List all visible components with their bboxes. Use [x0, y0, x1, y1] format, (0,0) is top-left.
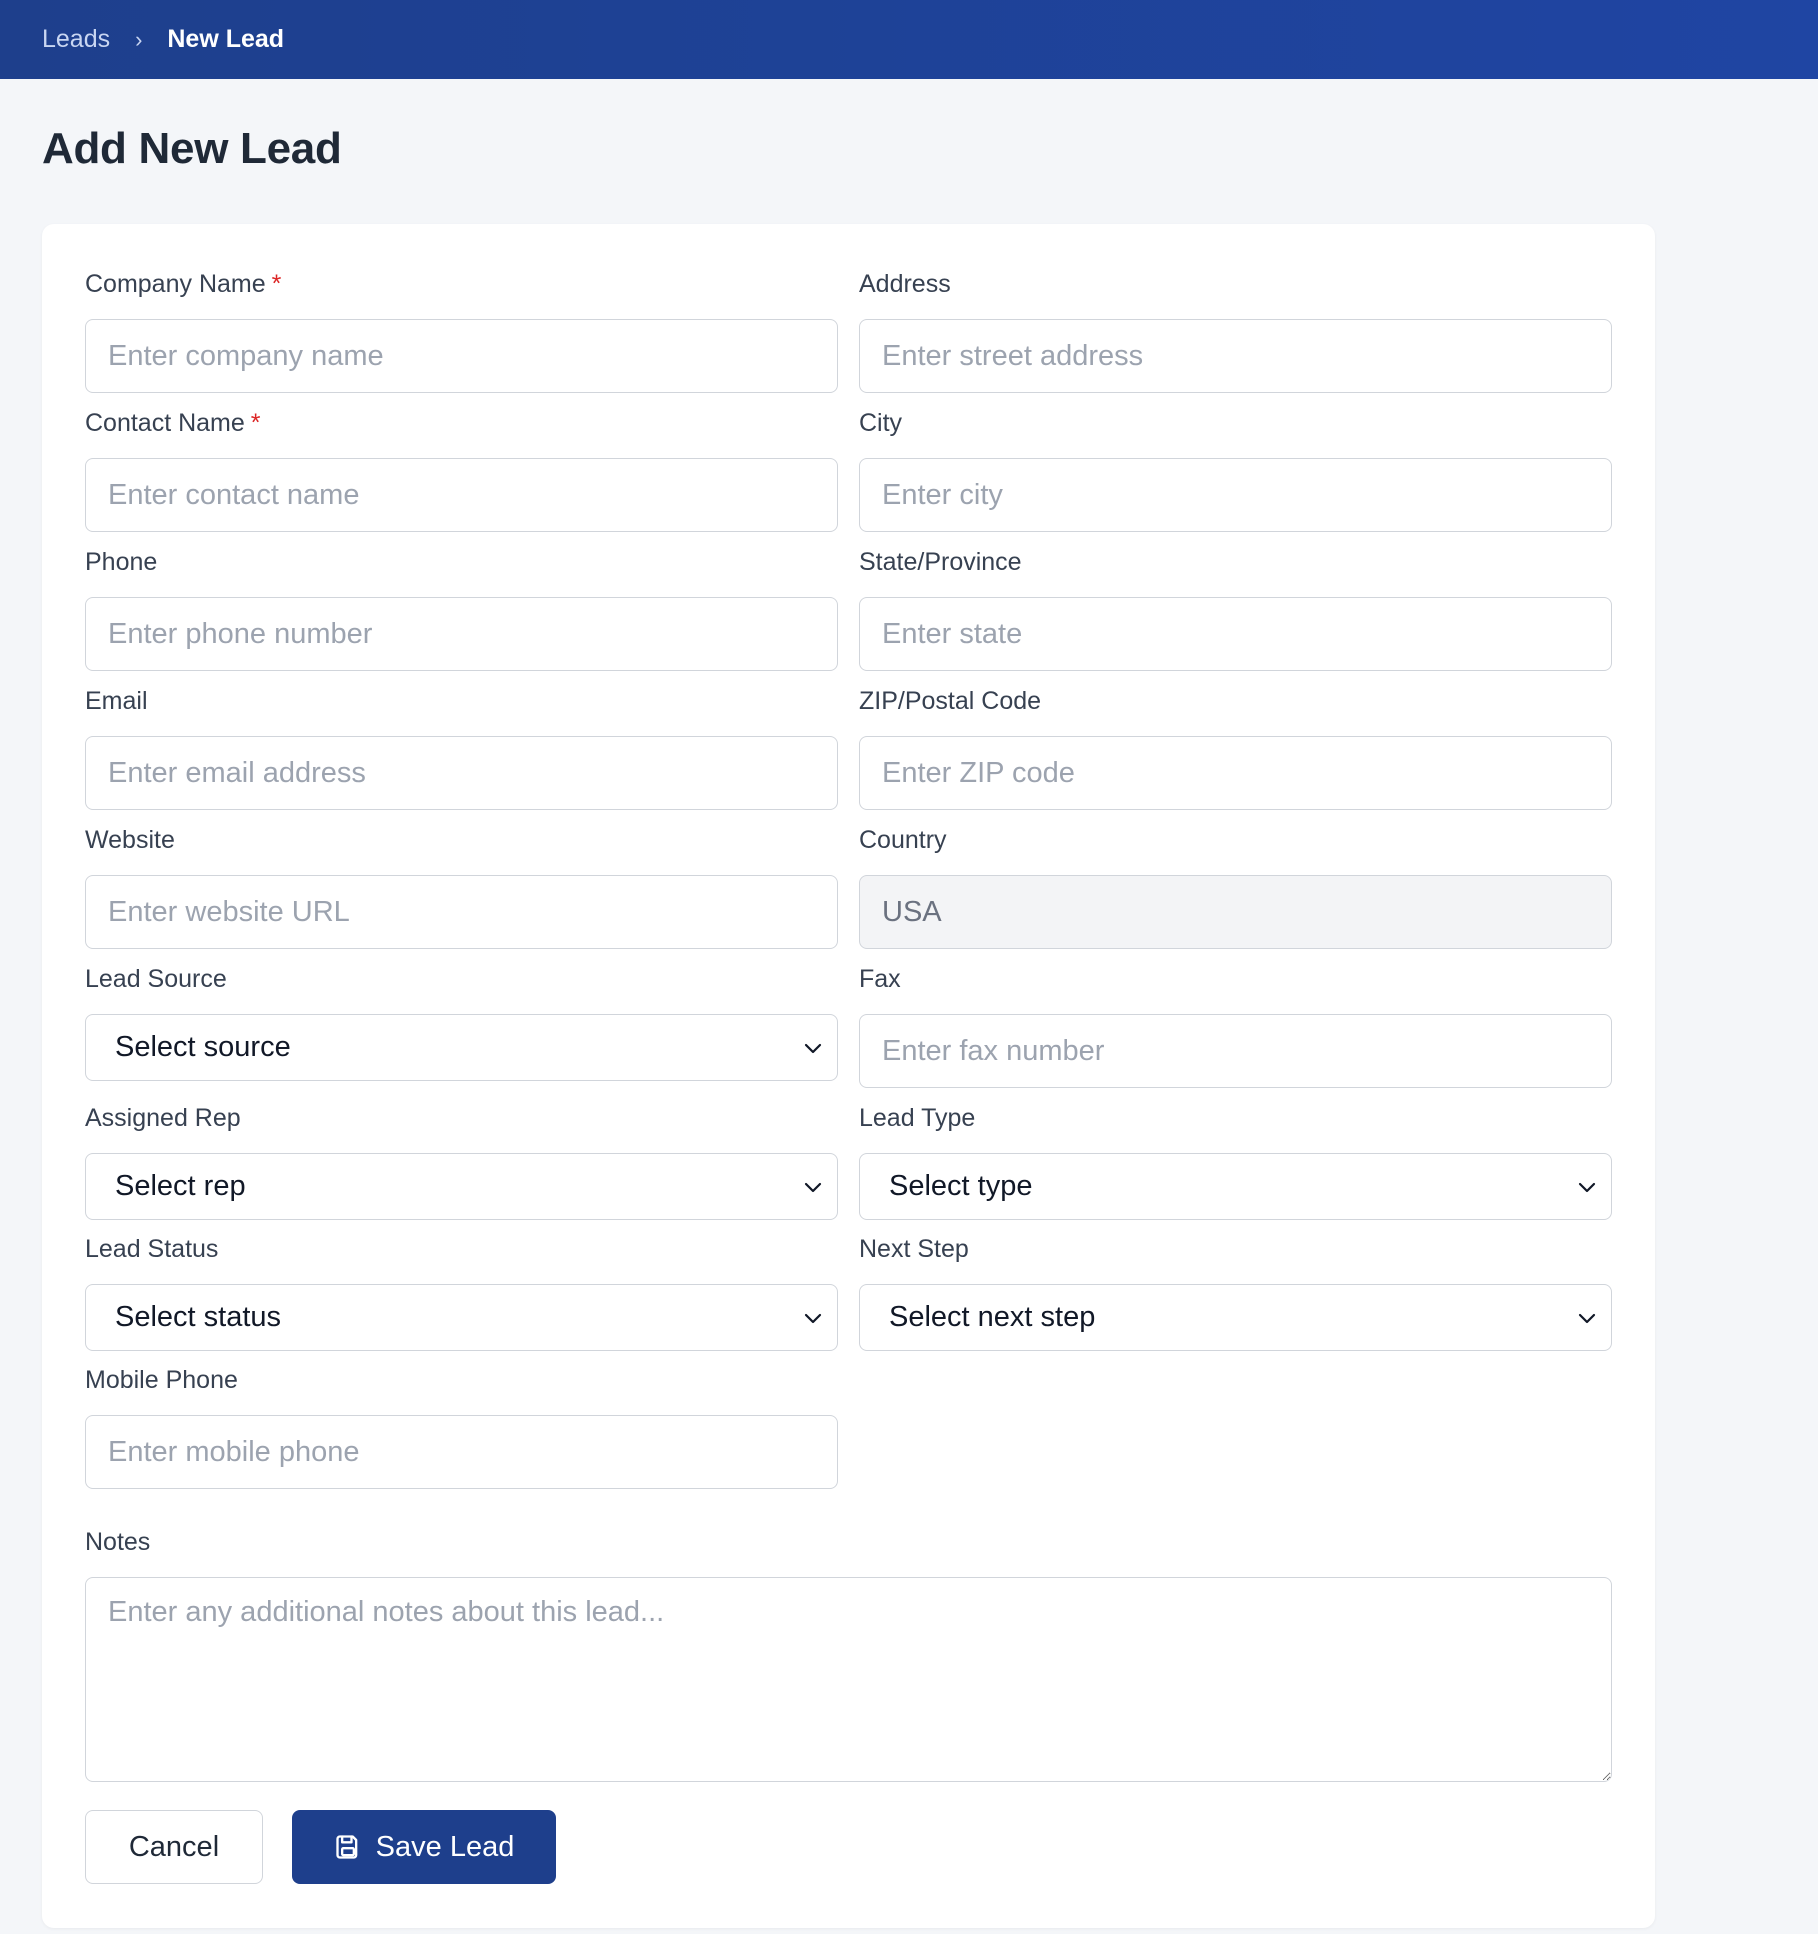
- contact-name-label: Contact Name *: [85, 409, 261, 437]
- lead-status-selected: Select status: [115, 1301, 282, 1333]
- chevron-down-icon: [804, 1043, 822, 1053]
- mobile-phone-input[interactable]: [85, 1415, 838, 1489]
- notes-field: Notes: [85, 1528, 1612, 1782]
- breadcrumb-current: New Lead: [167, 25, 285, 53]
- city-label: City: [859, 409, 903, 437]
- fax-input[interactable]: [859, 1014, 1612, 1088]
- assigned-rep-select[interactable]: Select rep: [85, 1153, 838, 1220]
- breadcrumb-leads-link[interactable]: Leads: [42, 25, 110, 53]
- breadcrumb-separator: ›: [135, 27, 143, 52]
- notes-label: Notes: [85, 1528, 151, 1556]
- address-label: Address: [859, 270, 951, 298]
- address-field: Address: [859, 270, 1612, 393]
- email-input[interactable]: [85, 736, 838, 810]
- email-field: Email: [85, 687, 838, 810]
- mobile-phone-field: Mobile Phone: [85, 1366, 838, 1489]
- assigned-rep-selected: Select rep: [115, 1170, 246, 1202]
- next-step-select[interactable]: Select next step: [859, 1284, 1612, 1351]
- lead-source-select[interactable]: Select source: [85, 1014, 838, 1081]
- website-label: Website: [85, 826, 175, 854]
- country-field: Country: [859, 826, 1612, 949]
- lead-status-label: Lead Status: [85, 1235, 219, 1263]
- address-input[interactable]: [859, 319, 1612, 393]
- top-header: Leads › New Lead: [0, 0, 1818, 79]
- city-input[interactable]: [859, 458, 1612, 532]
- email-label: Email: [85, 687, 148, 715]
- lead-type-selected: Select type: [889, 1170, 1033, 1202]
- breadcrumb: Leads › New Lead: [42, 25, 284, 54]
- state-field: State/Province: [859, 548, 1612, 671]
- phone-input[interactable]: [85, 597, 838, 671]
- state-label: State/Province: [859, 548, 1022, 576]
- phone-field: Phone: [85, 548, 838, 671]
- state-input[interactable]: [859, 597, 1612, 671]
- city-field: City: [859, 409, 1612, 532]
- next-step-selected: Select next step: [889, 1301, 1096, 1333]
- next-step-label: Next Step: [859, 1235, 969, 1263]
- company-name-field: Company Name *: [85, 270, 838, 393]
- required-marker: *: [250, 409, 261, 437]
- company-name-input[interactable]: [85, 319, 838, 393]
- lead-source-label: Lead Source: [85, 965, 227, 993]
- save-icon: [335, 1835, 357, 1859]
- chevron-down-icon: [1578, 1313, 1596, 1323]
- fax-label: Fax: [859, 965, 901, 993]
- phone-label: Phone: [85, 548, 158, 576]
- website-field: Website: [85, 826, 838, 949]
- contact-name-field: Contact Name *: [85, 409, 838, 532]
- chevron-down-icon: [1578, 1182, 1596, 1192]
- fax-field: Fax: [859, 965, 1612, 1088]
- save-lead-label: Save Lead: [375, 1830, 515, 1863]
- website-input[interactable]: [85, 875, 838, 949]
- lead-status-field: Lead Status Select status: [85, 1235, 838, 1351]
- lead-source-selected: Select source: [115, 1031, 291, 1063]
- assigned-rep-label: Assigned Rep: [85, 1104, 241, 1132]
- lead-status-select[interactable]: Select status: [85, 1284, 838, 1351]
- lead-type-select[interactable]: Select type: [859, 1153, 1612, 1220]
- lead-type-label: Lead Type: [859, 1104, 976, 1132]
- save-lead-button[interactable]: Save Lead: [292, 1810, 556, 1884]
- required-marker: *: [271, 270, 282, 298]
- lead-form-card: Company Name* Contact Name* Phone Email …: [42, 224, 1655, 1928]
- contact-name-input[interactable]: [85, 458, 838, 532]
- notes-textarea[interactable]: [85, 1577, 1612, 1782]
- zip-field: ZIP/Postal Code: [859, 687, 1612, 810]
- zip-label: ZIP/Postal Code: [859, 687, 1042, 715]
- cancel-button[interactable]: Cancel: [85, 1810, 263, 1884]
- chevron-down-icon: [804, 1182, 822, 1192]
- lead-type-field: Lead Type Select type: [859, 1104, 1612, 1220]
- lead-source-field: Lead Source Select source: [85, 965, 838, 1081]
- country-label: Country: [859, 826, 947, 854]
- mobile-phone-label: Mobile Phone: [85, 1366, 238, 1394]
- chevron-down-icon: [804, 1313, 822, 1323]
- assigned-rep-field: Assigned Rep Select rep: [85, 1104, 838, 1220]
- zip-input[interactable]: [859, 736, 1612, 810]
- page-title: Add New Lead: [42, 124, 342, 173]
- next-step-field: Next Step Select next step: [859, 1235, 1612, 1351]
- company-name-label: Company Name *: [85, 270, 282, 298]
- country-input: [859, 875, 1612, 949]
